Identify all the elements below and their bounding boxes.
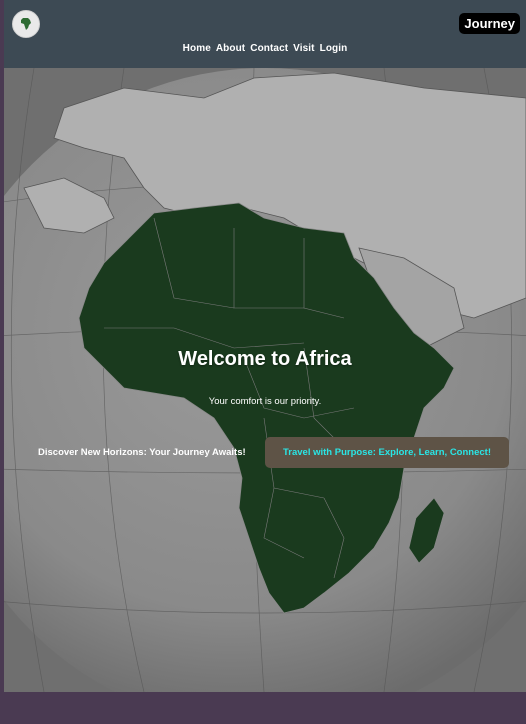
nav-visit-link[interactable]: Visit [293, 43, 314, 54]
discover-tagline: Discover New Horizons: Your Journey Awai… [38, 447, 246, 458]
site-header: Journey Home About Contact Visit Login [4, 0, 526, 68]
page-frame: Journey Home About Contact Visit Login W… [4, 0, 526, 692]
globe-map-image [4, 68, 526, 692]
nav-about-link[interactable]: About [216, 43, 245, 54]
hero-section [4, 68, 526, 692]
brand-badge[interactable]: Journey [459, 13, 520, 34]
hero-title: Welcome to Africa [178, 348, 352, 370]
hero-subtitle: Your comfort is our priority. [208, 396, 322, 407]
nav-home-link[interactable]: Home [183, 43, 211, 54]
nav-contact-link[interactable]: Contact [250, 43, 288, 54]
main-nav: Home About Contact Visit Login [4, 43, 526, 54]
nav-login-link[interactable]: Login [320, 43, 348, 54]
travel-cta-button[interactable]: Travel with Purpose: Explore, Learn, Con… [265, 437, 509, 468]
africa-globe-icon[interactable] [12, 10, 40, 38]
